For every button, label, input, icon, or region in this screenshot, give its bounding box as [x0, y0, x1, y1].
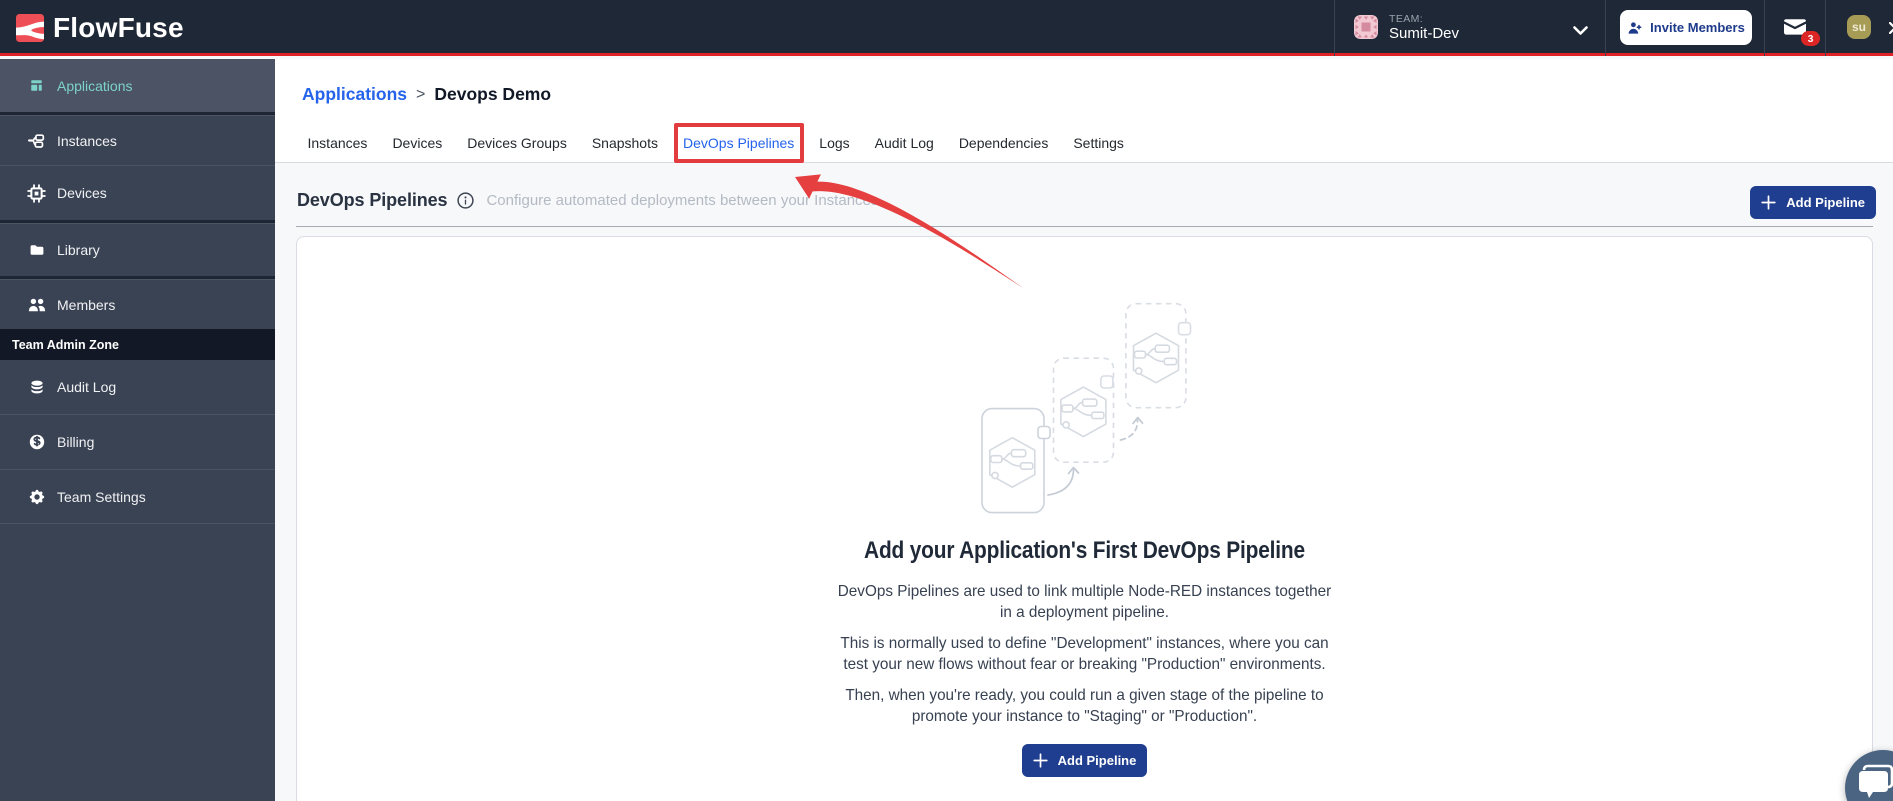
empty-state-text-line1: DevOps Pipelines are used to link multip… [837, 583, 1332, 600]
pipeline-illustration [980, 302, 1191, 514]
breadcrumb: Applications > Devops Demo [302, 84, 551, 105]
sidebar-item-label: Library [57, 242, 100, 258]
tab-devices-groups[interactable]: Devices Groups [455, 123, 580, 163]
section-header: DevOps Pipelines Configure automated dep… [296, 163, 1876, 227]
breadcrumb-current: Devops Demo [434, 84, 552, 104]
tab-panel: DevOps Pipelines Configure automated dep… [275, 163, 1893, 801]
chip-icon [27, 183, 46, 203]
tab-devices[interactable]: Devices [380, 123, 455, 163]
sidebar-item-instances[interactable]: Instances [0, 116, 275, 166]
tab-settings[interactable]: Settings [1061, 123, 1137, 163]
invite-members-label: Invite Members [1650, 20, 1745, 35]
team-avatar[interactable] [1354, 15, 1378, 39]
notification-count-badge: 3 [1801, 31, 1820, 46]
application-tabs: Instances Devices Devices Groups Snapsho… [295, 123, 1136, 163]
tab-dependencies[interactable]: Dependencies [946, 123, 1061, 163]
team-label: TEAM: [1389, 13, 1424, 25]
tab-audit-log[interactable]: Audit Log [862, 123, 946, 163]
header-divider [1825, 0, 1826, 56]
tab-snapshots[interactable]: Snapshots [579, 123, 670, 163]
team-name[interactable]: Sumit-Dev [1389, 25, 1459, 42]
main-content: Applications > Devops Demo Instances Dev… [275, 59, 1893, 801]
user-add-icon [1628, 21, 1642, 34]
sidebar-item-label: Devices [57, 185, 107, 201]
database-icon [27, 378, 46, 397]
sidebar-item-label: Applications [57, 77, 133, 94]
empty-state-text-line1: This is normally used to define "Develop… [840, 635, 1329, 652]
add-pipeline-label: Add Pipeline [1057, 753, 1137, 768]
breadcrumb-separator: > [416, 85, 426, 103]
plus-icon [1761, 195, 1776, 210]
user-avatar[interactable]: su [1847, 15, 1871, 39]
header-divider [1764, 0, 1765, 56]
sidebar-item-billing[interactable]: Billing [0, 415, 275, 470]
applications-icon [27, 76, 46, 95]
team-chevron-down-icon[interactable] [1573, 23, 1588, 41]
sidebar-item-applications[interactable]: Applications [0, 59, 275, 112]
add-pipeline-button-empty-state[interactable]: Add Pipeline [1021, 744, 1148, 777]
empty-state-paragraph: DevOps Pipelines are used to link multip… [332, 581, 1836, 623]
plus-icon [1032, 753, 1048, 768]
section-subtitle: Configure automated deployments between … [486, 192, 879, 209]
sidebar-item-label: Members [57, 296, 116, 313]
currency-dollar-icon [27, 433, 46, 452]
brand-name: FlowFuse [53, 12, 184, 43]
gear-icon [27, 487, 46, 506]
header-divider [1605, 0, 1606, 56]
sidebar-item-label: Billing [57, 434, 95, 450]
empty-state-paragraph: Then, when you're ready, you could run a… [332, 685, 1836, 727]
section-title-row: DevOps Pipelines Configure automated dep… [297, 190, 878, 211]
sidebar-item-members[interactable]: Members [0, 280, 275, 329]
top-navigation-bar: FlowFuse TEAM: Sumit-Dev Invite Members [0, 0, 1893, 56]
empty-state-text-line2: in a deployment pipeline. [999, 604, 1170, 621]
invite-members-button[interactable]: Invite Members [1620, 10, 1752, 45]
empty-state-paragraph: This is normally used to define "Develop… [332, 633, 1836, 675]
section-title: DevOps Pipelines [297, 190, 448, 210]
user-menu-chevron-icon [1888, 21, 1893, 39]
empty-state-heading: Add your Application's First DevOps Pipe… [864, 537, 1305, 564]
tab-devops-pipelines[interactable]: DevOps Pipelines [671, 123, 807, 163]
tab-instances[interactable]: Instances [295, 123, 380, 163]
tab-logs[interactable]: Logs [807, 123, 862, 163]
sidebar-item-library[interactable]: Library [0, 224, 275, 276]
flowfuse-logo[interactable]: FlowFuse [16, 14, 184, 42]
page-header-strip: Applications > Devops Demo Instances Dev… [275, 59, 1893, 163]
sidebar-item-audit-log[interactable]: Audit Log [0, 360, 275, 415]
add-pipeline-button-top[interactable]: Add Pipeline [1750, 186, 1876, 219]
chat-icon [1859, 764, 1893, 798]
users-icon [27, 295, 46, 314]
empty-state-text-line2: test your new flows without fear or brea… [843, 656, 1326, 673]
sidebar-navigation: Applications Instances Devices Library M… [0, 59, 275, 801]
sidebar-item-label: Audit Log [57, 379, 117, 395]
info-icon[interactable] [457, 192, 475, 209]
sidebar-item-label: Team Settings [57, 488, 146, 505]
flowfuse-logo-icon [16, 14, 44, 42]
team-admin-zone-label: Team Admin Zone [0, 329, 275, 360]
sidebar-item-devices[interactable]: Devices [0, 166, 275, 220]
sidebar-item-team-settings[interactable]: Team Settings [0, 470, 275, 524]
add-pipeline-label: Add Pipeline [1786, 195, 1865, 210]
folder-icon [27, 241, 46, 260]
instances-icon [27, 131, 46, 150]
pipelines-empty-state-card: Add your Application's First DevOps Pipe… [296, 236, 1873, 801]
sidebar-item-label: Instances [57, 132, 117, 149]
header-divider [1334, 0, 1335, 56]
empty-state-text-line1: Then, when you're ready, you could run a… [845, 687, 1324, 704]
breadcrumb-applications-link[interactable]: Applications [302, 84, 407, 105]
empty-state-text-line2: promote your instance to "Staging" or "P… [911, 708, 1258, 725]
